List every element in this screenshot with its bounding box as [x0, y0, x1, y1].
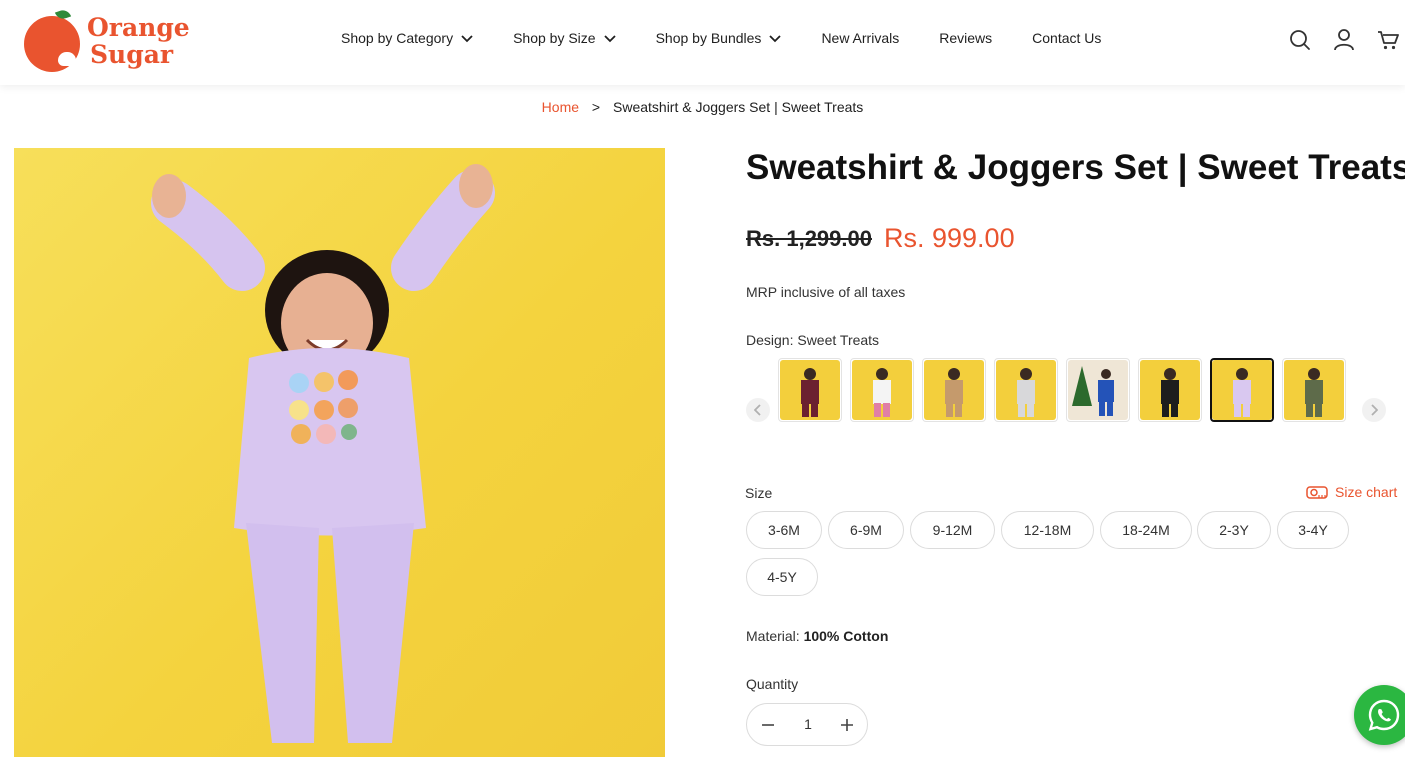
- design-swatch[interactable]: [1138, 358, 1202, 422]
- breadcrumb-current: Sweatshirt & Joggers Set | Sweet Treats: [613, 99, 864, 115]
- size-chart-label: Size chart: [1335, 484, 1398, 500]
- size-option[interactable]: 9-12M: [910, 511, 995, 549]
- product-image[interactable]: [14, 148, 665, 757]
- account-icon[interactable]: [1333, 28, 1355, 57]
- child-model-illustration: [151, 164, 495, 743]
- design-swatch-carousel: [746, 356, 1386, 426]
- nav-label: Shop by Category: [341, 30, 454, 46]
- nav-label: Shop by Bundles: [655, 30, 762, 46]
- size-option[interactable]: 6-9M: [828, 511, 904, 549]
- size-option[interactable]: 3-6M: [746, 511, 822, 549]
- size-label: Size: [745, 485, 773, 501]
- original-price: Rs. 1,299.00: [746, 226, 872, 251]
- plus-icon: [841, 719, 853, 731]
- material-label: Material:: [746, 628, 800, 644]
- whatsapp-icon: [1368, 699, 1400, 731]
- nav-label: Shop by Size: [513, 30, 596, 46]
- nav-new-arrivals[interactable]: New Arrivals: [821, 30, 899, 46]
- product-title: Sweatshirt & Joggers Set | Sweet Treats: [746, 148, 1405, 187]
- design-swatch[interactable]: [922, 358, 986, 422]
- nav-label: New Arrivals: [821, 30, 900, 46]
- nav-shop-by-category[interactable]: Shop by Category: [341, 30, 473, 46]
- decrease-quantity-button[interactable]: [758, 715, 778, 735]
- header-actions: [1267, 28, 1399, 57]
- sale-price: Rs. 999.00: [884, 223, 1015, 253]
- sweet-treats-print: [289, 370, 358, 444]
- nav-contact-us[interactable]: Contact Us: [1032, 30, 1101, 46]
- design-swatch[interactable]: [850, 358, 914, 422]
- measuring-tape-icon: [1306, 486, 1328, 499]
- site-header: Orange Sugar Shop by Category Shop by Si…: [0, 0, 1405, 85]
- chevron-down-icon: [769, 30, 782, 46]
- nav-label: Contact Us: [1032, 30, 1102, 46]
- increase-quantity-button[interactable]: [837, 715, 857, 735]
- design-swatch[interactable]: [778, 358, 842, 422]
- size-option[interactable]: 4-5Y: [746, 558, 818, 596]
- design-swatch-selected[interactable]: [1210, 358, 1274, 422]
- nav-reviews[interactable]: Reviews: [939, 30, 992, 46]
- design-swatch[interactable]: [1282, 358, 1346, 422]
- carousel-prev-button[interactable]: [746, 398, 770, 422]
- whatsapp-chat-button[interactable]: [1354, 685, 1405, 745]
- brand-logo[interactable]: Orange Sugar: [22, 7, 190, 74]
- tax-note: MRP inclusive of all taxes: [746, 284, 906, 300]
- breadcrumb: Home > Sweatshirt & Joggers Set | Sweet …: [0, 99, 1405, 115]
- brand-name: Orange Sugar: [87, 14, 190, 68]
- carousel-next-button[interactable]: [1362, 398, 1386, 422]
- nav-label: Reviews: [939, 30, 993, 46]
- size-option[interactable]: 2-3Y: [1197, 511, 1271, 549]
- minus-icon: [762, 724, 774, 726]
- size-chart-link[interactable]: Size chart: [1306, 484, 1397, 500]
- main-navigation: Shop by Category Shop by Size Shop by Bu…: [341, 30, 1141, 46]
- cat-face-icon: [58, 52, 76, 66]
- brand-name-line2: Sugar: [90, 40, 174, 69]
- brand-name-line1: Orange: [87, 13, 190, 42]
- design-label: Design: Sweet Treats: [746, 332, 880, 348]
- quantity-label: Quantity: [746, 676, 799, 692]
- nav-shop-by-bundles[interactable]: Shop by Bundles: [656, 30, 782, 46]
- search-icon[interactable]: [1289, 29, 1311, 56]
- cart-icon[interactable]: [1377, 29, 1399, 56]
- breadcrumb-separator: >: [591, 99, 601, 115]
- breadcrumb-home-link[interactable]: Home: [542, 99, 579, 115]
- size-option[interactable]: 12-18M: [1001, 511, 1094, 549]
- design-swatch[interactable]: [1066, 358, 1130, 422]
- chevron-down-icon: [603, 30, 616, 46]
- size-option[interactable]: 3-4Y: [1277, 511, 1349, 549]
- size-option[interactable]: 18-24M: [1100, 511, 1192, 549]
- design-swatch[interactable]: [994, 358, 1058, 422]
- material-info: Material: 100% Cotton: [746, 628, 888, 644]
- nav-shop-by-size[interactable]: Shop by Size: [513, 30, 616, 46]
- quantity-stepper: 1: [746, 703, 868, 746]
- material-value: 100% Cotton: [803, 628, 889, 644]
- quantity-value[interactable]: 1: [787, 716, 829, 732]
- chevron-down-icon: [461, 30, 473, 46]
